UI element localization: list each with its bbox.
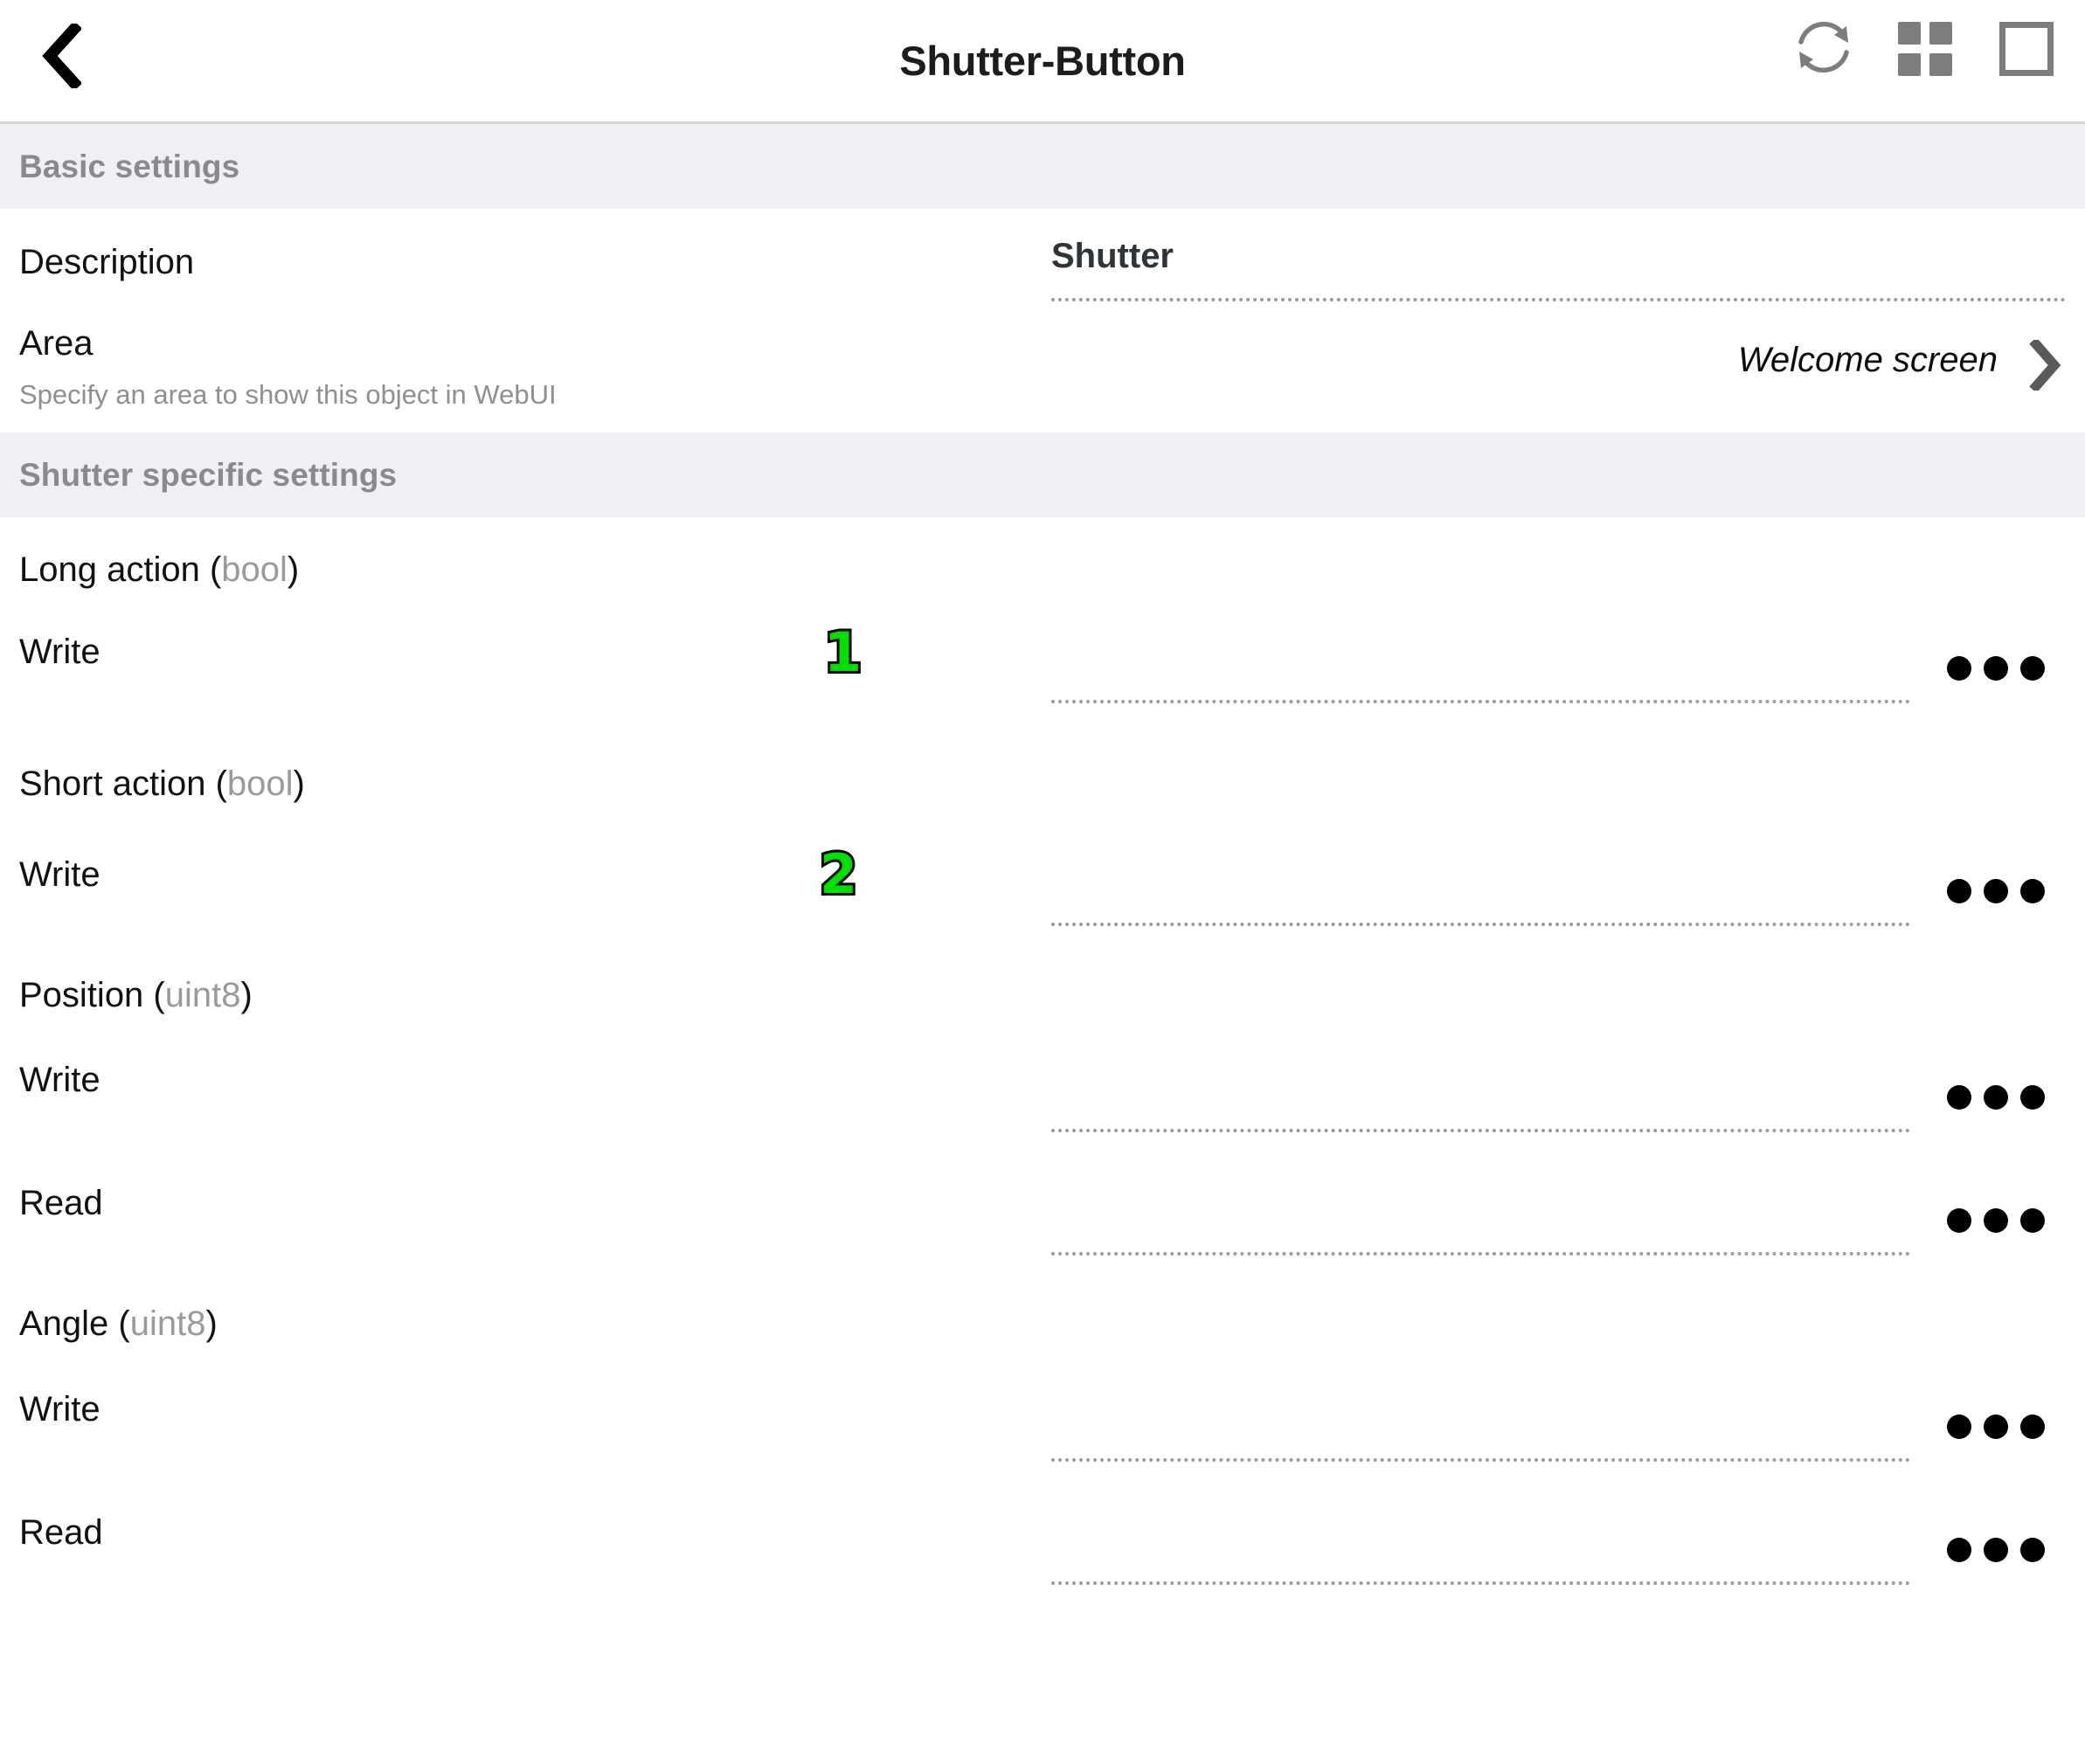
angle-read-menu-button[interactable]: [1947, 1538, 2045, 1562]
ellipsis-dot: [2020, 1085, 2045, 1110]
ellipsis-dot: [1947, 879, 1971, 903]
row-short-action-write[interactable]: Write 2: [0, 839, 2085, 964]
row-angle-read[interactable]: Read: [0, 1498, 2085, 1622]
section-header-label: Basic settings: [19, 148, 240, 184]
row-label-read: Read: [19, 1184, 103, 1222]
group-type: uint8: [164, 976, 241, 1014]
ellipsis-dot: [2020, 1208, 2045, 1233]
description-value[interactable]: Shutter: [1051, 237, 1174, 276]
row-angle-write[interactable]: Write: [0, 1374, 2085, 1498]
square-icon: [1999, 22, 2054, 76]
angle-read-input-underline[interactable]: [1051, 1581, 1910, 1585]
section-header-basic-settings: Basic settings: [0, 124, 2085, 209]
row-label-write: Write: [19, 855, 100, 894]
long-action-write-menu-button[interactable]: [1947, 656, 2045, 681]
top-bar-actions: [1790, 12, 2061, 86]
group-type: uint8: [129, 1304, 206, 1343]
position-write-menu-button[interactable]: [1947, 1085, 2045, 1110]
row-position-write[interactable]: Write: [0, 1045, 2085, 1168]
row-position-read[interactable]: Read: [0, 1168, 2085, 1292]
row-label-area: Area: [19, 324, 94, 363]
row-label-write: Write: [19, 1390, 100, 1428]
group-position: Position (uint8): [0, 964, 2085, 1045]
area-value[interactable]: Welcome screen: [1738, 341, 1998, 380]
row-area[interactable]: Area Specify an area to show this object…: [0, 315, 2085, 432]
grid-view-button[interactable]: [1891, 12, 1959, 86]
row-label-description: Description: [19, 243, 195, 281]
ellipsis-dot: [1947, 656, 1971, 681]
angle-write-menu-button[interactable]: [1947, 1415, 2045, 1439]
description-input-underline[interactable]: [1051, 298, 2066, 301]
ellipsis-dot: [2020, 879, 2045, 903]
grid-icon: [1898, 22, 1952, 76]
position-read-input-underline[interactable]: [1051, 1252, 1910, 1256]
ellipsis-dot: [1984, 1538, 2008, 1562]
ellipsis-dot: [1947, 1538, 1971, 1562]
group-label-position: Position (uint8): [19, 976, 253, 1014]
section-header-shutter-specific-settings: Shutter specific settings: [0, 432, 2085, 517]
short-action-write-menu-button[interactable]: [1947, 879, 2045, 903]
ellipsis-dot: [1984, 879, 2008, 903]
group-type: bool: [226, 764, 294, 803]
row-description[interactable]: Description Shutter: [0, 209, 2085, 315]
group-short-action: Short action (bool): [0, 740, 2085, 839]
ellipsis-dot: [1947, 1208, 1971, 1233]
row-subtitle-area: Specify an area to show this object in W…: [19, 379, 557, 410]
position-read-menu-button[interactable]: [1947, 1208, 2045, 1233]
group-name: Position: [19, 976, 144, 1014]
group-type: bool: [221, 550, 287, 589]
ellipsis-dot: [1947, 1085, 1971, 1110]
ellipsis-dot: [1947, 1415, 1971, 1439]
group-name: Short action: [19, 764, 206, 803]
group-label-short-action: Short action (bool): [19, 764, 305, 803]
page-title: Shutter-Button: [899, 38, 1186, 84]
ellipsis-dot: [1984, 1208, 2008, 1233]
single-view-button[interactable]: [1992, 12, 2061, 86]
group-long-action: Long action (bool): [0, 517, 2085, 616]
app-screen: Shutter-Button Basic settings Descriptio…: [0, 0, 2085, 1764]
ellipsis-dot: [2020, 1538, 2045, 1562]
refresh-button[interactable]: [1790, 12, 1858, 86]
group-name: Angle: [19, 1304, 109, 1343]
ellipsis-dot: [2020, 656, 2045, 681]
top-app-bar: Shutter-Button: [0, 0, 2085, 124]
long-action-write-input-underline[interactable]: [1051, 700, 1910, 703]
ellipsis-dot: [1984, 1415, 2008, 1439]
ellipsis-dot: [2020, 1415, 2045, 1439]
group-name: Long action: [19, 550, 200, 589]
chevron-right-icon[interactable]: [2026, 339, 2064, 391]
ellipsis-dot: [1984, 656, 2008, 681]
group-label-angle: Angle (uint8): [19, 1304, 218, 1343]
row-long-action-write[interactable]: Write 1: [0, 616, 2085, 740]
group-label-long-action: Long action (bool): [19, 550, 300, 589]
ellipsis-dot: [1984, 1085, 2008, 1110]
annotation-marker-1: 1: [821, 620, 864, 684]
annotation-marker-2: 2: [817, 842, 860, 906]
refresh-icon: [1791, 14, 1857, 85]
position-write-input-underline[interactable]: [1051, 1129, 1910, 1132]
short-action-write-input-underline[interactable]: [1051, 923, 1910, 926]
group-angle: Angle (uint8): [0, 1292, 2085, 1374]
row-label-read: Read: [19, 1513, 103, 1552]
row-label-write: Write: [19, 1061, 100, 1099]
angle-write-input-underline[interactable]: [1051, 1458, 1910, 1462]
row-label-write: Write: [19, 633, 100, 671]
section-header-label: Shutter specific settings: [19, 456, 398, 493]
